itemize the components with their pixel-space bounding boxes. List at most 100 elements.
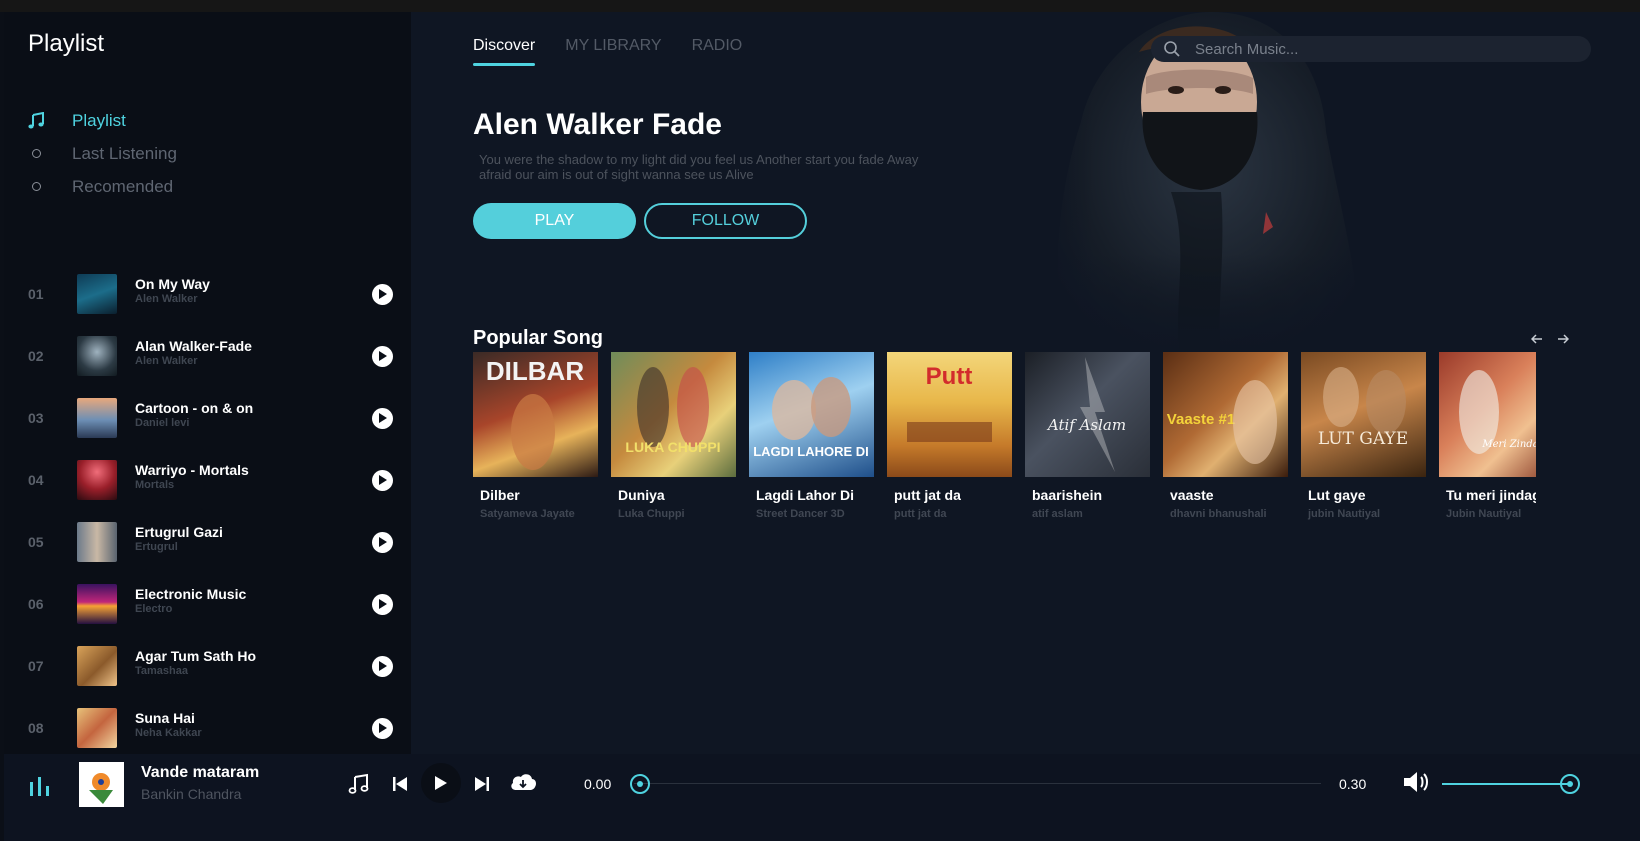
track-cover [77,708,117,748]
track-row[interactable]: 08 Suna Hai Neha Kakkar [4,698,411,754]
nav-label: Playlist [72,110,126,130]
song-card[interactable]: Atif Aslam baarishein atif aslam [1025,352,1150,520]
track-artist: Mortals [135,479,175,491]
song-cover: LAGDI LAHORE DI [749,352,874,477]
circle-bullet-icon [26,149,46,158]
sidebar-nav: Playlist Last Listening Recomended [26,104,177,203]
track-number: 03 [28,410,44,426]
track-row[interactable]: 06 Electronic Music Electro [4,574,411,634]
song-name: Lut gaye [1308,487,1366,503]
cover-text: LAGDI LAHORE DI [753,444,869,459]
track-row[interactable]: 07 Agar Tum Sath Ho Tamashaa [4,636,411,696]
track-number: 08 [28,720,44,736]
play-icon[interactable] [372,717,393,739]
hero-artist-image [1021,12,1381,357]
nav-item-recomended[interactable]: Recomended [26,170,177,203]
play-icon[interactable] [372,469,393,491]
sidebar: Playlist Playlist Last Listening Recomen… [4,12,411,754]
play-icon[interactable] [372,407,393,429]
song-artist: dhavni bhanushali [1170,508,1267,520]
nav-label: Last Listening [72,143,177,163]
track-cover [77,584,117,624]
song-name: Duniya [618,487,665,503]
track-row[interactable]: 05 Ertugrul Gazi Ertugrul [4,512,411,572]
track-artist: Neha Kakkar [135,727,202,739]
song-cover: Putt [887,352,1012,477]
track-number: 01 [28,286,44,302]
search-input[interactable] [1195,40,1575,58]
play-icon[interactable] [372,531,393,553]
player-bar: Vande mataram Bankin Chandra 0.00 0.30 [4,754,1640,841]
play-icon[interactable] [372,283,393,305]
song-card[interactable]: LUKA CHUPPI Duniya Luka Chuppi [611,352,736,520]
current-time: 0.00 [584,776,612,792]
song-cover: Atif Aslam [1025,352,1150,477]
song-name: baarishein [1032,487,1103,503]
arrow-left-icon[interactable] [1531,333,1543,345]
track-row[interactable]: 01 On My Way Alen Walker [4,264,411,324]
tab-radio[interactable]: RADIO [692,37,743,63]
song-artist: atif aslam [1032,508,1083,520]
track-title: Alan Walker-Fade [135,338,252,354]
track-number: 05 [28,534,44,550]
search-icon[interactable] [1163,40,1181,58]
song-cover: LUKA CHUPPI [611,352,736,477]
song-card[interactable]: Meri Zindagi Hai Tu Tu meri jindagi hai … [1439,352,1536,520]
song-name: putt jat da [894,487,961,503]
play-pause-button[interactable] [421,763,461,803]
music-note-icon[interactable] [347,773,369,795]
nav-item-playlist[interactable]: Playlist [26,104,177,137]
arrow-right-icon[interactable] [1557,333,1569,345]
volume-knob[interactable] [1560,774,1580,794]
track-title: Cartoon - on & on [135,400,254,416]
track-row[interactable]: 03 Cartoon - on & on Daniel levi [4,388,411,448]
cover-text: LUKA CHUPPI [625,439,720,455]
song-artist: Street Dancer 3D [756,508,845,520]
song-cover: Meri Zindagi Hai Tu [1439,352,1536,477]
track-title: Warriyo - Mortals [135,462,249,478]
download-icon[interactable] [509,772,537,794]
tab-discover[interactable]: Discover [473,37,536,66]
song-artist: Satyameva Jayate [480,508,575,520]
music-note-icon [26,111,46,130]
track-row[interactable]: 04 Warriyo - Mortals Mortals [4,450,411,510]
track-cover [77,460,117,500]
song-name: vaaste [1170,487,1214,503]
tab-my-library[interactable]: MY LIBRARY [565,37,661,63]
previous-track-icon[interactable] [392,776,408,792]
song-card[interactable]: Putt putt jat da putt jat da [887,352,1012,520]
nav-item-last-listening[interactable]: Last Listening [26,137,177,170]
play-icon[interactable] [372,345,393,367]
carousel-arrows [1531,333,1569,345]
equalizer-icon[interactable] [28,774,52,798]
song-artist: Luka Chuppi [618,508,685,520]
play-icon[interactable] [372,655,393,677]
main-content: Discover MY LIBRARY RADIO Alen Walker Fa… [411,12,1640,754]
track-title: Ertugrul Gazi [135,524,223,540]
next-track-icon[interactable] [474,776,490,792]
song-card[interactable]: LUT GAYE Lut gaye jubin Nautiyal [1301,352,1426,520]
play-button[interactable]: PLAY [473,203,636,239]
song-card[interactable]: Vaaste #1 vaaste dhavni bhanushali [1163,352,1288,520]
track-artist: Daniel levi [135,417,190,429]
track-number: 04 [28,472,44,488]
track-cover [77,522,117,562]
follow-button[interactable]: FOLLOW [644,203,807,239]
track-artist: Alen Walker [135,293,198,305]
track-cover [77,398,117,438]
song-card[interactable]: LAGDI LAHORE DI Lagdi Lahor Di Street Da… [749,352,874,520]
track-row[interactable]: 02 Alan Walker-Fade Alen Walker [4,326,411,386]
song-cover: Vaaste #1 [1163,352,1288,477]
volume-track[interactable] [1442,783,1572,785]
cover-text: Vaaste #1 [1167,411,1235,428]
progress-knob[interactable] [630,774,650,794]
song-card[interactable]: DILBAR Dilber Satyameva Jayate [473,352,598,520]
progress-track[interactable] [634,783,1321,784]
track-cover [77,336,117,376]
popular-song-heading: Popular Song [473,327,603,349]
volume-icon[interactable] [1402,770,1432,794]
track-title: Electronic Music [135,586,247,602]
cover-text: DILBAR [486,356,584,386]
play-icon[interactable] [372,593,393,615]
circle-bullet-icon [26,182,46,191]
